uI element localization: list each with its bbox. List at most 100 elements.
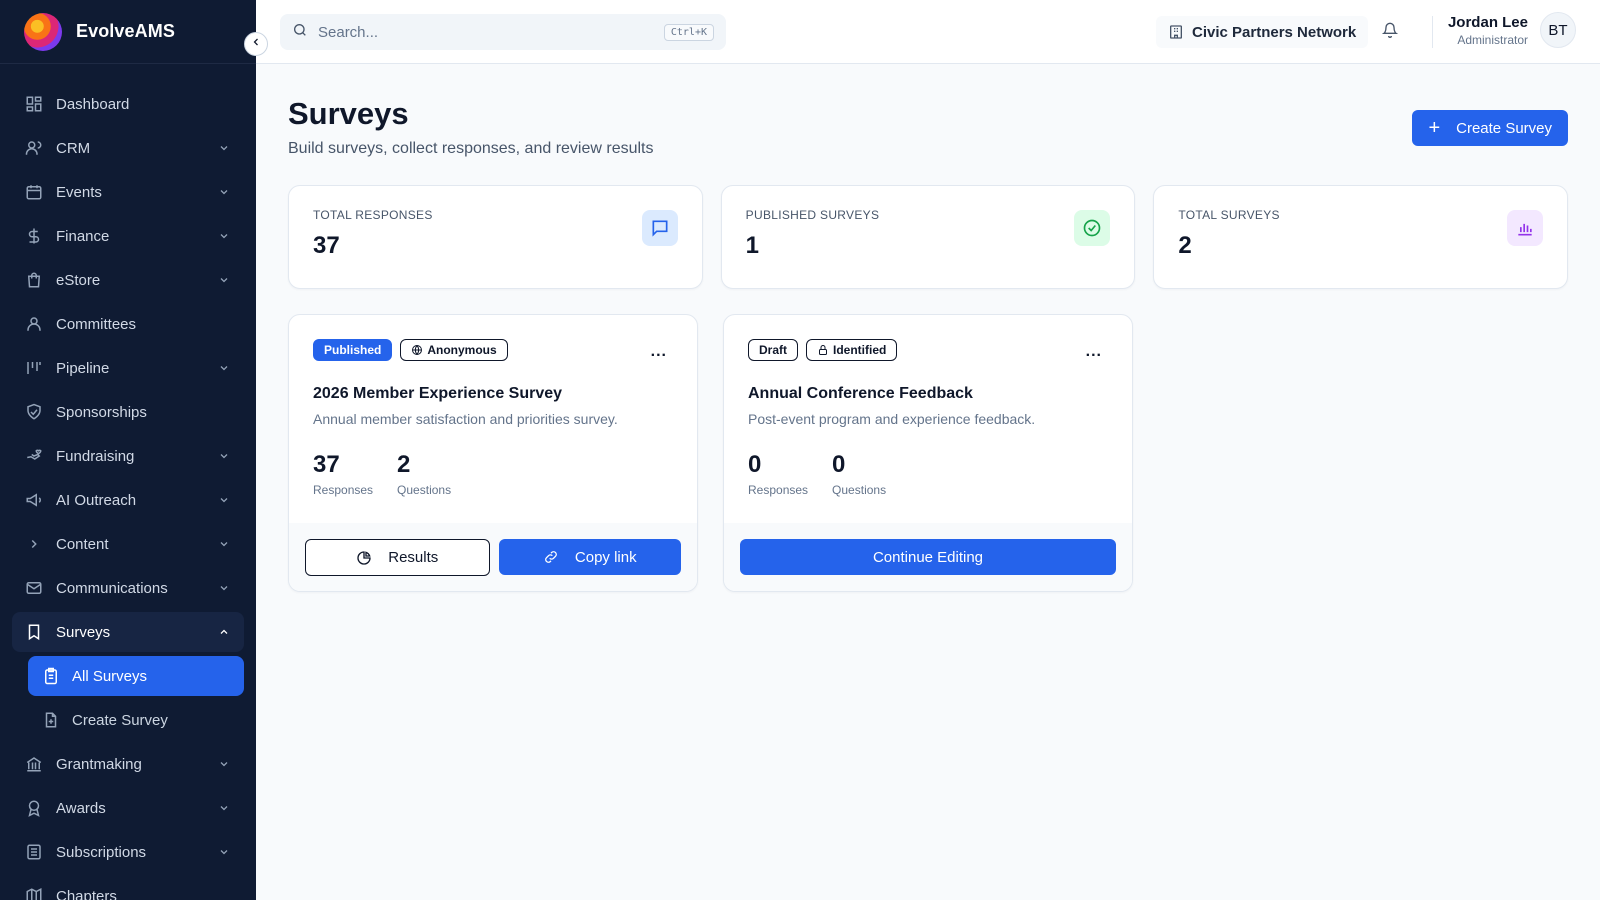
notifications-button[interactable] [1380,22,1400,42]
user-name: Jordan Lee [1447,13,1528,31]
pie-chart-icon [356,550,372,566]
create-survey-button[interactable]: + Create Survey [1412,110,1568,146]
sidebar-item-label: eStore [56,271,101,289]
sidebar-item-label: Chapters [56,887,117,900]
handshake-icon [24,402,44,422]
search-icon [292,22,308,43]
responses-label: Responses [748,483,809,497]
user-menu[interactable]: Jordan Lee Administrator BT [1448,12,1576,48]
questions-count: 2 [397,451,411,478]
avatar[interactable]: BT [1540,12,1576,48]
sidebar-item-committees[interactable]: Committees [12,304,244,344]
message-square-icon [641,210,678,246]
survey-metrics: 0 Responses 0 Questions [748,451,1108,497]
continue-editing-button[interactable]: Continue Editing [740,539,1116,575]
stat-label: TOTAL RESPONSES [313,208,433,222]
more-options-button[interactable]: ... [1086,343,1102,361]
sidebar-item-sponsorships[interactable]: Sponsorships [12,392,244,432]
sidebar-item-label: Content [56,535,109,553]
status-badge: Published [313,339,393,361]
survey-metrics: 37 Responses 2 Questions [313,451,673,497]
organization-name: Civic Partners Network [1192,23,1357,41]
responses-label: Responses [313,483,374,497]
stat-value: 2 [1178,232,1192,259]
sidebar-item-dashboard[interactable]: Dashboard [12,84,244,124]
chevron-down-icon [216,844,232,860]
questions-label: Questions [832,483,887,497]
users-icon [24,138,44,158]
chevron-down-icon [216,272,232,288]
list-icon [24,842,44,862]
sidebar-item-label: Committees [56,315,137,333]
search-input[interactable] [318,23,664,41]
survey-card: Published Anonymous ... 2026 Member Expe… [288,314,698,592]
sidebar-subitem-create-survey[interactable]: Create Survey [28,700,244,740]
sidebar-item-label: Communications [56,579,168,597]
sidebar-item-estore[interactable]: eStore [12,260,244,300]
card-footer: Results Copy link [289,523,697,591]
copy-link-button[interactable]: Copy link [498,539,681,575]
sidebar-item-label: Surveys [56,623,111,641]
card-footer: Continue Editing [724,523,1132,591]
sidebar-item-events[interactable]: Events [12,172,244,212]
sidebar-item-finance[interactable]: Finance [12,216,244,256]
sidebar-item-awards[interactable]: Awards [12,788,244,828]
chevron-down-icon [216,536,232,552]
sidebar-item-label: Subscriptions [56,843,147,861]
responses-count: 37 [313,451,340,478]
chevron-down-icon [216,756,232,772]
dollar-icon [24,226,44,246]
chevron-up-icon [216,624,232,640]
survey-badges: Draft Identified [748,339,1108,361]
sidebar-item-label: AI Outreach [56,491,137,509]
questions-metric: 0 Questions [832,451,886,497]
questions-metric: 2 Questions [397,451,451,497]
sidebar-item-ai-outreach[interactable]: AI Outreach [12,480,244,520]
globe-icon [411,344,423,356]
sidebar-item-label: Events [56,183,102,201]
search-bar[interactable]: Ctrl+K [280,14,726,50]
sidebar-item-fundraising[interactable]: Fundraising [12,436,244,476]
bar-chart-icon [1507,210,1544,246]
sidebar-item-pipeline[interactable]: Pipeline [12,348,244,388]
more-options-button[interactable]: ... [651,343,667,361]
responses-metric: 37 Responses [313,451,373,497]
sidebar-item-label: Grantmaking [56,755,142,773]
brand-name: EvolveAMS [76,21,175,41]
survey-description: Post-event program and experience feedba… [748,411,1036,427]
chevron-down-icon [216,360,232,376]
sidebar-item-subscriptions[interactable]: Subscriptions [12,832,244,872]
bell-icon [1381,22,1399,43]
brand[interactable]: EvolveAMS [0,0,256,64]
sidebar-item-communications[interactable]: Communications [12,568,244,608]
organization-switcher[interactable]: Civic Partners Network [1156,16,1369,48]
chevron-down-icon [216,580,232,596]
keyboard-shortcut: Ctrl+K [663,23,714,41]
stat-label: TOTAL SURVEYS [1178,208,1280,222]
sidebar-item-content[interactable]: Content [12,524,244,564]
bank-icon [24,754,44,774]
privacy-label: Anonymous [427,343,497,357]
sidebar-item-crm[interactable]: CRM [12,128,244,168]
results-button[interactable]: Results [305,539,490,576]
stat-value: 1 [745,232,760,259]
top-bar: Ctrl+K Civic Partners Network Jordan Lee… [256,0,1600,64]
survey-description: Annual member satisfaction and prioritie… [313,411,618,427]
sidebar-item-label: Finance [56,227,110,245]
building-icon [1168,24,1184,40]
map-icon [24,886,44,900]
sidebar-item-surveys[interactable]: Surveys [12,612,244,652]
link-icon [543,549,559,565]
mail-icon [24,578,44,598]
sidebar-item-grantmaking[interactable]: Grantmaking [12,744,244,784]
sidebar-item-label: Fundraising [56,447,135,465]
sidebar-collapse-button[interactable] [244,32,268,56]
sidebar-item-label: Dashboard [56,95,130,113]
sidebar-item-chapters[interactable]: Chapters [12,876,244,900]
page-subtitle: Build surveys, collect responses, and re… [288,140,654,157]
award-icon [24,798,44,818]
chevron-down-icon [216,800,232,816]
pipeline-icon [24,358,44,378]
sidebar-subitem-all-surveys[interactable]: All Surveys [28,656,244,696]
chevron-left-icon [250,35,262,53]
